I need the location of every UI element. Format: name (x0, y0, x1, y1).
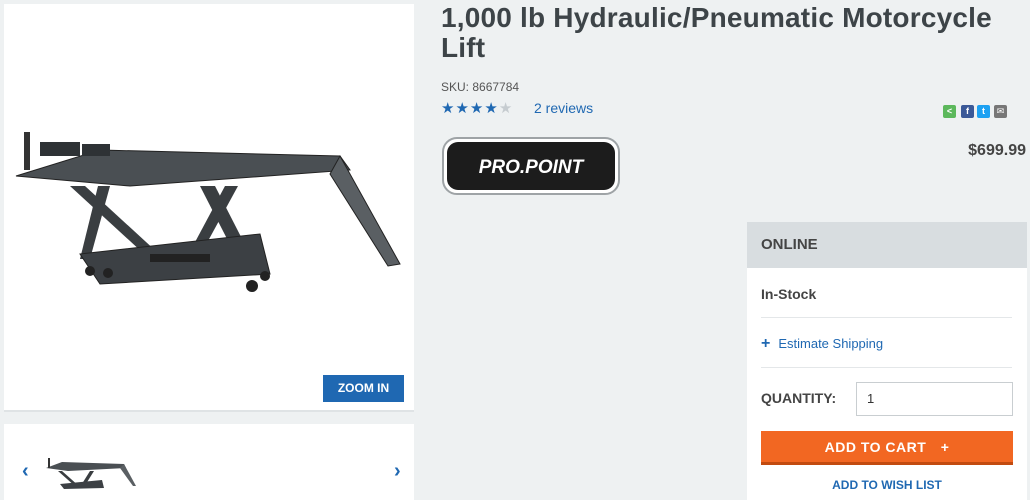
stock-status: In-Stock (761, 286, 817, 302)
star-filled-icon: ★ (469, 100, 485, 117)
chevron-right-icon[interactable]: › (394, 460, 401, 483)
zoom-in-button[interactable]: ZOOM IN (323, 375, 404, 402)
twitter-icon[interactable]: t (977, 105, 990, 118)
thumbnail-image[interactable] (44, 456, 136, 490)
quantity-label: QUANTITY: (761, 390, 837, 406)
facebook-icon[interactable]: f (961, 105, 974, 118)
add-to-cart-label: ADD TO CART (824, 439, 927, 455)
share-icon[interactable]: < (943, 105, 956, 118)
divider (761, 367, 1012, 368)
product-price: $699.99 (968, 142, 1026, 159)
divider (761, 317, 1012, 318)
star-filled-icon: ★ (484, 100, 499, 117)
quantity-input[interactable]: 1 (856, 382, 1013, 416)
product-image (15, 132, 401, 292)
plus-icon: + (940, 439, 950, 455)
reviews-link[interactable]: 2 reviews (534, 100, 593, 116)
purchase-box: ONLINE In-Stock + Estimate Shipping QUANT… (747, 222, 1027, 500)
thumbnail-strip: ‹ › (4, 424, 414, 500)
email-icon[interactable]: ✉ (994, 105, 1007, 118)
product-title: 1,000 lb Hydraulic/Pneumatic Motorcycle … (441, 2, 992, 63)
star-filled-icon: ★ (441, 100, 456, 117)
brand-logo-text: PRO.POINT (479, 157, 585, 178)
channel-header: ONLINE (747, 222, 1027, 268)
product-sku: SKU: 8667784 (441, 80, 520, 94)
product-image-panel: ZOOM IN (4, 4, 414, 412)
plus-icon: + (761, 335, 771, 352)
star-empty-icon: ★ (498, 100, 514, 117)
estimate-shipping-link[interactable]: + Estimate Shipping (761, 335, 883, 353)
estimate-shipping-label: Estimate Shipping (778, 336, 884, 351)
add-to-wishlist-link[interactable]: ADD TO WISH LIST (747, 478, 1027, 492)
rating-stars: ★★★★★ (441, 99, 513, 117)
brand-logo: PRO.POINT (442, 137, 620, 195)
add-to-cart-button[interactable]: ADD TO CART + (761, 431, 1013, 465)
star-filled-icon: ★ (455, 100, 470, 117)
chevron-left-icon[interactable]: ‹ (22, 460, 29, 483)
